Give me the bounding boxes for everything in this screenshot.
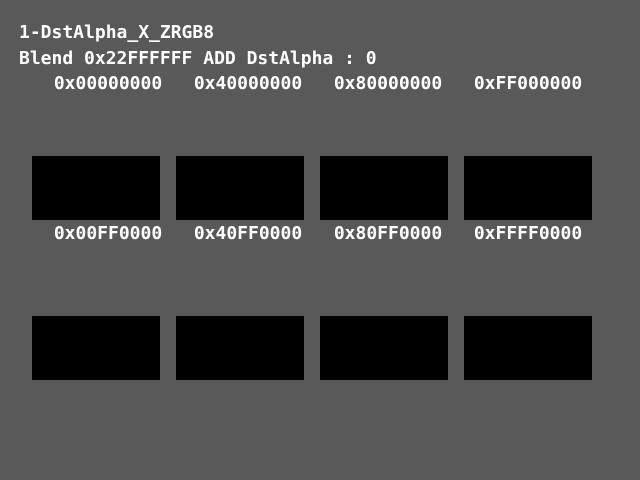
row1-col2-swatch [176, 156, 304, 220]
row2-col2-label: 0x40FF0000 [193, 223, 303, 244]
blend-description: Blend 0x22FFFFFF ADD DstAlpha : 0 [19, 48, 377, 69]
row2-col4-swatch [464, 316, 592, 380]
row1-col4-swatch [464, 156, 592, 220]
row2-col2-swatch [176, 316, 304, 380]
row2-col3-label: 0x80FF0000 [333, 223, 443, 244]
row2-col1-swatch [32, 316, 160, 380]
row2-col1-label: 0x00FF0000 [53, 223, 163, 244]
row1-col3-label: 0x80000000 [333, 73, 443, 94]
row1-col3-swatch [320, 156, 448, 220]
row1-col1-swatch [32, 156, 160, 220]
row2-col4-label: 0xFFFF0000 [473, 223, 583, 244]
row2-col3-swatch [320, 316, 448, 380]
test-title: 1-DstAlpha_X_ZRGB8 [19, 22, 215, 43]
row1-col1-label: 0x00000000 [53, 73, 163, 94]
row1-col4-label: 0xFF000000 [473, 73, 583, 94]
row1-col2-label: 0x40000000 [193, 73, 303, 94]
